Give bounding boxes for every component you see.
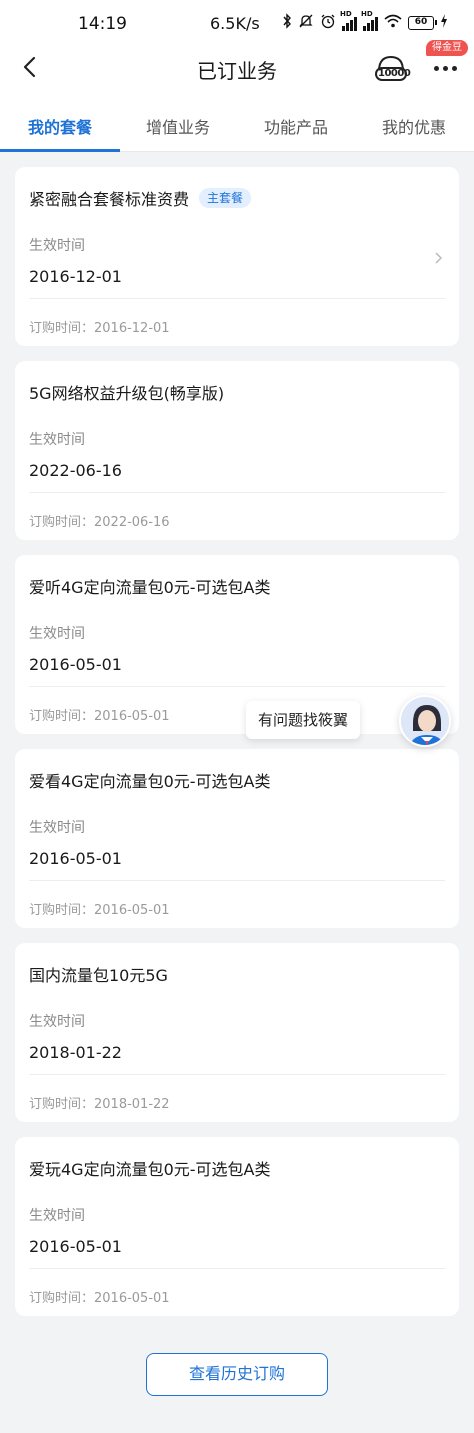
assistant-avatar[interactable] <box>399 695 451 747</box>
order-time-value: 2022-06-16 <box>94 515 170 530</box>
order-time: 订购时间：2016-12-01 <box>29 317 170 336</box>
plan-card[interactable]: 爱玩4G定向流量包0元-可选包A类 生效时间 2016-05-01 订购时间：2… <box>15 1137 459 1316</box>
effective-time-label: 生效时间 <box>29 1014 85 1030</box>
signal-hd-icon: HD <box>361 10 378 31</box>
battery-icon: 60 <box>408 16 437 30</box>
plan-name-row: 国内流量包10元5G <box>29 962 168 986</box>
order-time-value: 2016-12-01 <box>94 321 170 336</box>
divider <box>29 1074 445 1075</box>
more-dot-icon <box>451 65 457 71</box>
effective-time-label: 生效时间 <box>29 1208 85 1224</box>
main-plan-tag: 主套餐 <box>199 188 252 208</box>
more-menu-button[interactable] <box>428 56 462 80</box>
plan-name: 爱玩4G定向流量包0元-可选包A类 <box>29 1160 271 1179</box>
status-bar: 14:19 6.5K/s HD HD 60 <box>0 0 474 40</box>
chevron-right-icon <box>435 252 443 264</box>
order-time-label: 订购时间： <box>29 709 95 724</box>
wifi-icon <box>384 14 402 33</box>
effective-time-label: 生效时间 <box>29 432 85 448</box>
plan-card[interactable]: 国内流量包10元5G 生效时间 2018-01-22 订购时间：2018-01-… <box>15 943 459 1122</box>
effective-time-value: 2016-05-01 <box>29 849 122 868</box>
order-time-value: 2016-05-01 <box>94 903 170 918</box>
order-time-label: 订购时间： <box>29 1097 95 1112</box>
plan-name-row: 5G网络权益升级包(畅享版) <box>29 380 224 404</box>
assistant-bubble[interactable]: 有问题找筱翼 <box>246 701 361 739</box>
effective-time-label: 生效时间 <box>29 238 85 254</box>
divider <box>29 492 445 493</box>
tab-value-added[interactable]: 增值业务 <box>118 114 238 138</box>
plan-name-row: 爱听4G定向流量包0元-可选包A类 <box>29 574 270 598</box>
top-nav-bar: 已订业务 10000 得金豆 <box>0 40 474 96</box>
order-time-value: 2016-05-01 <box>94 1291 170 1306</box>
effective-time-label: 生效时间 <box>29 626 85 642</box>
order-time-label: 订购时间： <box>29 1291 95 1306</box>
order-time: 订购时间：2016-05-01 <box>29 899 170 918</box>
plan-name: 爱看4G定向流量包0元-可选包A类 <box>29 772 271 791</box>
plan-name: 紧密融合套餐标准资费 <box>29 190 190 209</box>
effective-time-value: 2018-01-22 <box>29 1043 122 1062</box>
order-time-value: 2018-01-22 <box>94 1097 170 1112</box>
assistant-avatar-icon <box>401 697 449 745</box>
tab-bar: 我的套餐 增值业务 功能产品 我的优惠 <box>0 96 474 152</box>
status-time: 14:19 <box>78 14 127 34</box>
network-speed: 6.5K/s <box>210 14 260 33</box>
tab-features[interactable]: 功能产品 <box>236 114 356 138</box>
tab-my-plans[interactable]: 我的套餐 <box>0 114 120 138</box>
plan-card[interactable]: 爱看4G定向流量包0元-可选包A类 生效时间 2016-05-01 订购时间：2… <box>15 749 459 928</box>
signal-hd-icon: HD <box>340 10 357 31</box>
plan-card[interactable]: 爱听4G定向流量包0元-可选包A类 生效时间 2016-05-01 订购时间：2… <box>15 555 459 734</box>
customer-service-button[interactable]: 10000 <box>374 53 411 85</box>
tab-my-offers[interactable]: 我的优惠 <box>354 114 474 138</box>
view-history-button[interactable]: 查看历史订购 <box>146 1353 328 1396</box>
active-tab-indicator <box>0 149 120 152</box>
plan-card[interactable]: 5G网络权益升级包(畅享版) 生效时间 2022-06-16 订购时间：2022… <box>15 361 459 540</box>
bluetooth-icon <box>282 12 292 34</box>
status-icons: HD HD 60 <box>282 10 448 34</box>
order-time-value: 2016-05-01 <box>94 709 170 724</box>
plan-name-row: 爱看4G定向流量包0元-可选包A类 <box>29 768 270 792</box>
order-time-label: 订购时间： <box>29 515 95 530</box>
effective-time-label: 生效时间 <box>29 820 85 836</box>
mute-icon <box>298 13 314 34</box>
plan-name: 5G网络权益升级包(畅享版) <box>29 384 225 403</box>
order-time: 订购时间：2016-05-01 <box>29 705 170 724</box>
divider <box>29 298 445 299</box>
effective-time-value: 2016-05-01 <box>29 655 122 674</box>
divider <box>29 686 445 687</box>
assistant-prompt[interactable]: 有问题找筱翼 <box>246 701 361 739</box>
effective-time-value: 2016-12-01 <box>29 267 122 286</box>
effective-time-value: 2022-06-16 <box>29 461 122 480</box>
coin-badge[interactable]: 得金豆 <box>426 40 468 56</box>
divider <box>29 1268 445 1269</box>
plan-name-row: 爱玩4G定向流量包0元-可选包A类 <box>29 1156 270 1180</box>
plan-name: 国内流量包10元5G <box>29 966 168 985</box>
order-time-label: 订购时间： <box>29 321 95 336</box>
more-dot-icon <box>433 65 439 71</box>
charging-icon <box>440 13 448 33</box>
effective-time-value: 2016-05-01 <box>29 1237 122 1256</box>
order-time: 订购时间：2022-06-16 <box>29 511 170 530</box>
plan-card[interactable]: 紧密融合套餐标准资费 主套餐 生效时间 2016-12-01 订购时间：2016… <box>15 167 459 346</box>
order-time: 订购时间：2016-05-01 <box>29 1287 170 1306</box>
plan-name: 爱听4G定向流量包0元-可选包A类 <box>29 578 271 597</box>
divider <box>29 880 445 881</box>
plan-name-row: 紧密融合套餐标准资费 主套餐 <box>29 186 252 210</box>
alarm-icon <box>320 13 336 34</box>
order-time-label: 订购时间： <box>29 903 95 918</box>
service-number: 10000 <box>378 68 411 79</box>
more-dot-icon <box>442 65 448 71</box>
order-time: 订购时间：2018-01-22 <box>29 1093 170 1112</box>
